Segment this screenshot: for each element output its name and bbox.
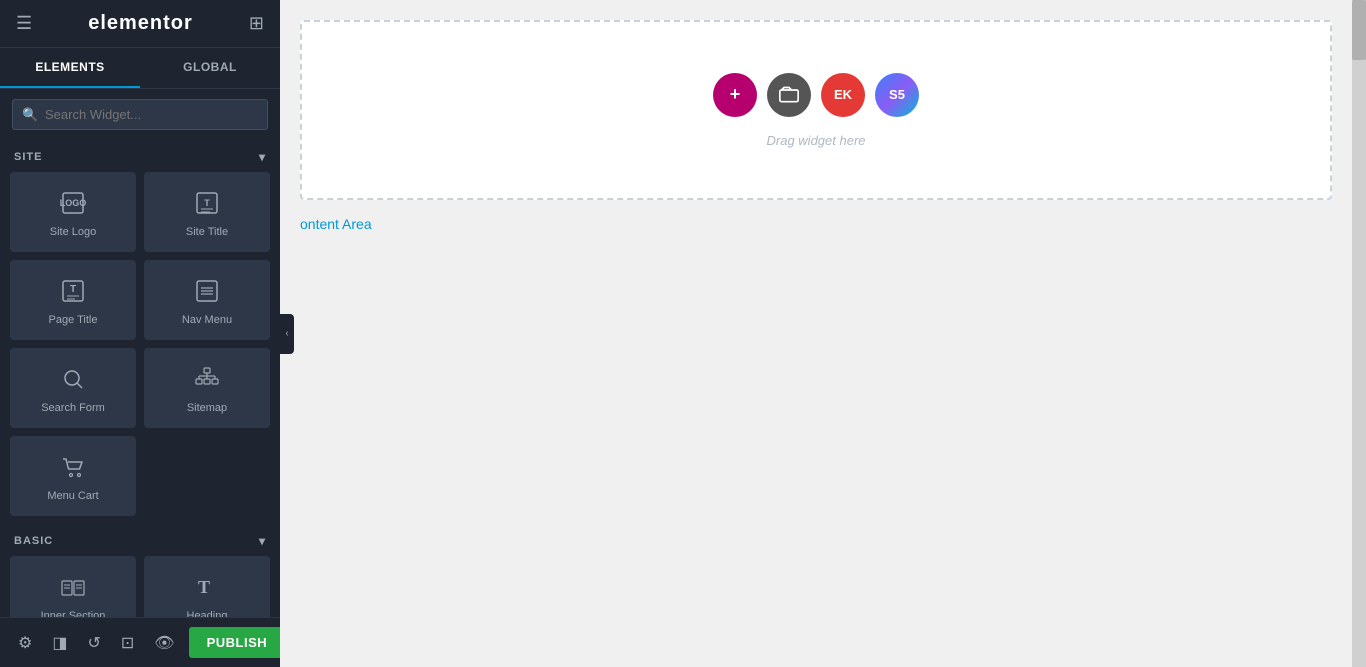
- panel-scroll-area: SITE ▾ LOGO Site Logo T: [0, 140, 280, 667]
- publish-button[interactable]: PUBLISH: [189, 627, 286, 658]
- panel-tabs: ELEMENTS GLOBAL: [0, 48, 280, 89]
- elementor-kit-button[interactable]: EK: [821, 73, 865, 117]
- add-widget-button[interactable]: +: [713, 73, 757, 117]
- collapse-panel-button[interactable]: ‹: [280, 314, 294, 354]
- search-input[interactable]: [12, 99, 268, 130]
- widget-site-logo[interactable]: LOGO Site Logo: [10, 172, 136, 252]
- preview-button[interactable]: 👁: [148, 627, 180, 659]
- s5-button[interactable]: S5: [875, 73, 919, 117]
- drop-zone: + EK S5 Drag widget here: [300, 20, 1332, 200]
- basic-category-label: BASIC: [14, 535, 53, 547]
- basic-chevron-icon: ▾: [259, 534, 266, 548]
- page-title-label: Page Title: [49, 313, 98, 327]
- basic-category-header[interactable]: BASIC ▾: [0, 524, 280, 556]
- scrollbar-thumb[interactable]: [1352, 0, 1366, 60]
- drag-widget-text: Drag widget here: [767, 133, 866, 148]
- content-area: ontent Area: [300, 216, 1332, 234]
- sitemap-icon: [193, 365, 221, 393]
- settings-button[interactable]: ⚙: [12, 627, 38, 659]
- main-canvas: + EK S5 Drag widget here ontent Area: [280, 0, 1352, 667]
- site-chevron-icon: ▾: [259, 150, 266, 164]
- search-form-icon: [59, 365, 87, 393]
- search-icon: 🔍: [22, 107, 38, 123]
- history-button[interactable]: ↺: [81, 627, 106, 659]
- menu-cart-label: Menu Cart: [47, 489, 98, 503]
- svg-text:T: T: [70, 284, 76, 295]
- right-scrollbar[interactable]: [1352, 0, 1366, 667]
- nav-menu-icon: [193, 277, 221, 305]
- site-category-label: SITE: [14, 151, 42, 163]
- widget-search-form[interactable]: Search Form: [10, 348, 136, 428]
- site-widget-grid: LOGO Site Logo T Site Title: [0, 172, 280, 436]
- site-title-label: Site Title: [186, 225, 228, 239]
- inner-section-icon: [59, 573, 87, 601]
- grid-icon[interactable]: ⊞: [249, 13, 264, 34]
- widget-site-title[interactable]: T Site Title: [144, 172, 270, 252]
- site-logo-icon: LOGO: [59, 189, 87, 217]
- search-form-label: Search Form: [41, 401, 105, 415]
- svg-text:T: T: [198, 577, 210, 597]
- widget-nav-menu[interactable]: Nav Menu: [144, 260, 270, 340]
- site-logo-label: Site Logo: [50, 225, 96, 239]
- heading-icon: T: [193, 573, 221, 601]
- responsive-button[interactable]: ⊡: [115, 627, 140, 659]
- tab-elements[interactable]: ELEMENTS: [0, 48, 140, 88]
- sitemap-label: Sitemap: [187, 401, 227, 415]
- canvas-content: + EK S5 Drag widget here ontent Area: [280, 0, 1352, 667]
- site-category-header[interactable]: SITE ▾: [0, 140, 280, 172]
- panel-header: ☰ elementor ⊞: [0, 0, 280, 48]
- tab-global[interactable]: GLOBAL: [140, 48, 280, 88]
- template-library-button[interactable]: [767, 73, 811, 117]
- bottom-bar: ⚙ ◨ ↺ ⊡ 👁 PUBLISH ▲: [0, 617, 280, 667]
- elementor-logo: elementor: [88, 12, 193, 35]
- left-panel: ☰ elementor ⊞ ELEMENTS GLOBAL 🔍 SITE ▾: [0, 0, 280, 667]
- svg-text:T: T: [204, 198, 210, 208]
- page-title-icon: T: [59, 277, 87, 305]
- menu-cart-icon: [59, 453, 87, 481]
- nav-menu-label: Nav Menu: [182, 313, 232, 327]
- widget-menu-cart[interactable]: Menu Cart: [10, 436, 136, 516]
- hamburger-icon[interactable]: ☰: [16, 13, 32, 34]
- content-area-label: ontent Area: [300, 208, 372, 240]
- widget-sitemap[interactable]: Sitemap: [144, 348, 270, 428]
- drop-zone-buttons: + EK S5: [713, 73, 919, 117]
- search-wrapper: 🔍: [12, 99, 268, 130]
- search-container: 🔍: [0, 89, 280, 140]
- widget-page-title[interactable]: T Page Title: [10, 260, 136, 340]
- svg-text:LOGO: LOGO: [60, 198, 87, 208]
- site-title-icon: T: [193, 189, 221, 217]
- layers-button[interactable]: ◨: [46, 627, 73, 659]
